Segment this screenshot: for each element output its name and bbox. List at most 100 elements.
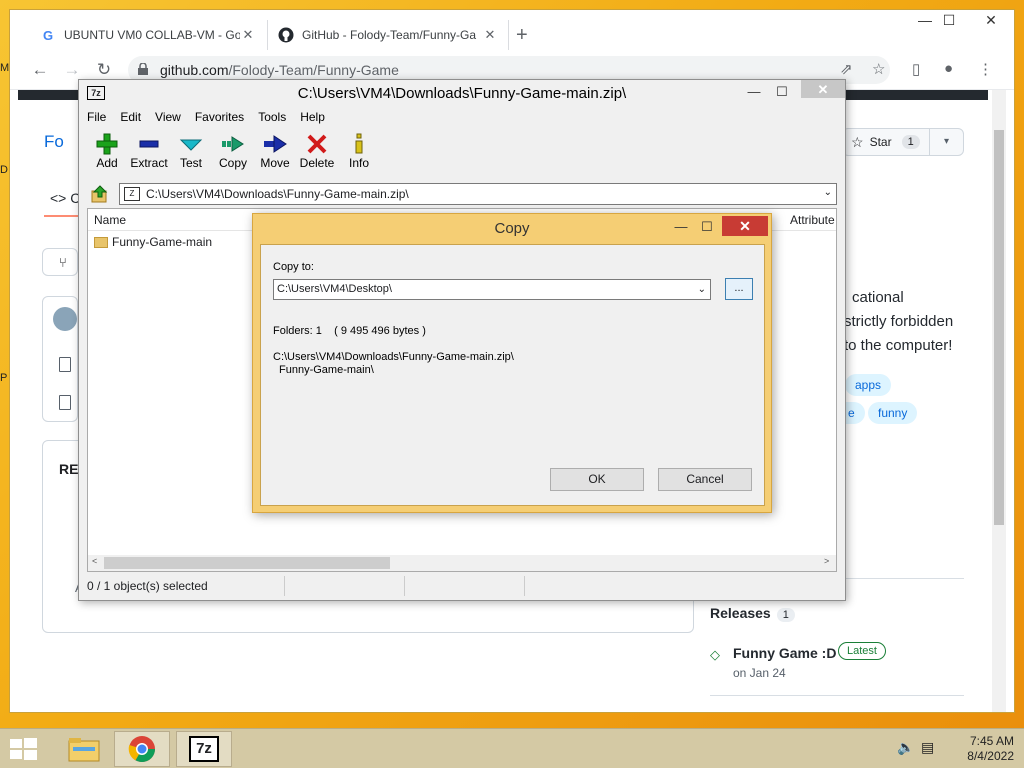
zip-file-icon: Z bbox=[124, 187, 140, 201]
folder-up-icon[interactable] bbox=[91, 185, 109, 203]
toolbar: Add Extract Test Copy Move Delete Info bbox=[79, 132, 845, 178]
topic-funny[interactable]: funny bbox=[868, 402, 918, 424]
star-dropdown-icon[interactable]: ▾ bbox=[929, 129, 963, 155]
clock[interactable]: 7:45 AM 8/4/2022 bbox=[948, 734, 1014, 764]
tab-github-funny-game[interactable]: GitHub - Folody-Team/Funny-Ga ✕ bbox=[267, 20, 509, 50]
folder-icon bbox=[94, 236, 108, 248]
menu-edit[interactable]: Edit bbox=[112, 110, 147, 128]
github-icon bbox=[278, 27, 294, 43]
chevron-down-icon[interactable]: ⌄ bbox=[824, 187, 832, 198]
lock-icon bbox=[138, 63, 148, 75]
extract-button[interactable]: Extract bbox=[127, 132, 171, 170]
description-line: to the computer! bbox=[844, 337, 953, 354]
clock-time: 7:45 AM bbox=[969, 734, 1014, 748]
minimize-button[interactable]: — bbox=[739, 82, 769, 102]
desktop-edge-label: D bbox=[0, 164, 8, 176]
check-icon bbox=[169, 132, 213, 156]
profile-icon[interactable]: ● bbox=[944, 60, 953, 77]
scrollbar-thumb[interactable] bbox=[104, 557, 390, 569]
star-icon: ☆ bbox=[851, 133, 864, 150]
delete-x-icon bbox=[295, 132, 339, 156]
minimize-button[interactable]: — bbox=[667, 218, 695, 236]
close-tab-icon[interactable]: ✕ bbox=[482, 27, 498, 43]
destination-text: C:\Users\VM4\Desktop\ bbox=[277, 283, 392, 295]
tool-label: Info bbox=[348, 156, 369, 170]
tag-icon: ◇ bbox=[710, 647, 720, 662]
menu-favorites[interactable]: Favorites bbox=[187, 110, 250, 128]
releases-heading[interactable]: Releases 1 bbox=[710, 605, 795, 622]
share-icon[interactable]: ⇗ bbox=[840, 60, 853, 78]
destination-combobox[interactable]: C:\Users\VM4\Desktop\ ⌄ bbox=[273, 279, 711, 300]
status-cell bbox=[405, 576, 525, 596]
menu-file[interactable]: File bbox=[79, 110, 112, 128]
desktop-edge-label: P bbox=[0, 372, 8, 384]
new-tab-button[interactable]: + bbox=[516, 24, 528, 47]
tool-label: Move bbox=[260, 156, 290, 170]
copy-dialog: Copy — ☐ ✕ Copy to: C:\Users\VM4\Desktop… bbox=[252, 213, 772, 513]
scrollbar-thumb[interactable] bbox=[994, 130, 1004, 525]
info-button[interactable]: Info bbox=[337, 132, 381, 170]
file-explorer-taskbar-button[interactable] bbox=[56, 731, 112, 767]
test-button[interactable]: Test bbox=[169, 132, 213, 170]
dialog-body: Copy to: C:\Users\VM4\Desktop\ ⌄ ... Fol… bbox=[260, 244, 765, 506]
release-date: on Jan 24 bbox=[733, 666, 786, 680]
repo-name-fragment[interactable]: Fo bbox=[44, 132, 64, 152]
topic-apps[interactable]: apps bbox=[845, 374, 892, 396]
chrome-taskbar-button[interactable] bbox=[114, 731, 170, 767]
description-line: cational bbox=[852, 289, 904, 306]
star-button[interactable]: ☆ Star 1 ▾ bbox=[842, 128, 964, 156]
close-tab-icon[interactable]: ✕ bbox=[240, 27, 256, 43]
status-bar: 0 / 1 object(s) selected bbox=[79, 576, 845, 598]
move-button[interactable]: Move bbox=[253, 132, 297, 170]
tab-title: UBUNTU VM0 COLLAB-VM - Goo bbox=[64, 28, 240, 42]
move-arrow-icon bbox=[253, 132, 297, 156]
ok-button[interactable]: OK bbox=[550, 468, 644, 491]
back-button[interactable]: ← bbox=[28, 58, 52, 82]
column-attributes[interactable]: Attribute bbox=[790, 213, 835, 227]
plus-icon bbox=[85, 132, 129, 156]
repo-description: cational strictly forbidden to the compu… bbox=[844, 286, 1014, 358]
close-button[interactable]: ✕ bbox=[801, 80, 845, 98]
maximize-button[interactable]: ☐ bbox=[693, 218, 721, 236]
list-item[interactable]: Funny-Game-main bbox=[94, 235, 212, 249]
tab-ubuntu-collab-vm[interactable]: G UBUNTU VM0 COLLAB-VM - Goo ✕ bbox=[30, 20, 266, 50]
menu-view[interactable]: View bbox=[147, 110, 187, 128]
branch-button[interactable]: ⑂ bbox=[42, 248, 78, 276]
side-panel-icon[interactable]: ▯ bbox=[912, 60, 920, 78]
menu-help[interactable]: Help bbox=[292, 110, 331, 128]
horizontal-scrollbar[interactable]: < > bbox=[88, 555, 836, 571]
windows-start-icon[interactable] bbox=[8, 737, 38, 761]
close-window-button[interactable]: ✕ bbox=[976, 12, 1006, 29]
close-button[interactable]: ✕ bbox=[722, 216, 768, 236]
url-host: github.com bbox=[160, 62, 229, 78]
sevenzip-taskbar-button[interactable]: 7z bbox=[176, 731, 232, 767]
scroll-right-icon[interactable]: > bbox=[824, 556, 829, 566]
browse-button[interactable]: ... bbox=[725, 278, 753, 300]
minus-icon bbox=[127, 132, 171, 156]
cancel-button[interactable]: Cancel bbox=[658, 468, 752, 491]
network-icon[interactable]: ▤ bbox=[921, 739, 934, 756]
path-text: C:\Users\VM4\Downloads\Funny-Game-main.z… bbox=[146, 187, 409, 201]
maximize-button[interactable]: ☐ bbox=[767, 82, 797, 102]
add-button[interactable]: Add bbox=[85, 132, 129, 170]
code-tab-fragment[interactable]: <> C bbox=[50, 190, 80, 206]
page-scrollbar[interactable] bbox=[992, 90, 1006, 712]
maximize-button[interactable]: ☐ bbox=[934, 12, 964, 29]
chrome-menu-icon[interactable]: ⋮ bbox=[978, 60, 993, 78]
tool-label: Delete bbox=[299, 156, 335, 170]
volume-muted-icon[interactable]: 🔈 bbox=[897, 739, 914, 756]
chrome-icon bbox=[128, 736, 156, 763]
status-cell bbox=[285, 576, 405, 596]
menu-tools[interactable]: Tools bbox=[250, 110, 292, 128]
star-label: Star bbox=[869, 135, 892, 149]
delete-button[interactable]: Delete bbox=[295, 132, 339, 170]
copy-to-label: Copy to: bbox=[273, 261, 314, 273]
copy-button[interactable]: Copy bbox=[211, 132, 255, 170]
chevron-down-icon[interactable]: ⌄ bbox=[698, 284, 706, 295]
path-combobox[interactable]: Z C:\Users\VM4\Downloads\Funny-Game-main… bbox=[119, 183, 837, 205]
release-name[interactable]: Funny Game :D bbox=[733, 645, 836, 661]
google-icon: G bbox=[42, 27, 54, 43]
bookmark-star-icon[interactable]: ☆ bbox=[872, 60, 885, 78]
scroll-left-icon[interactable]: < bbox=[92, 556, 97, 566]
column-name[interactable]: Name bbox=[94, 213, 126, 227]
